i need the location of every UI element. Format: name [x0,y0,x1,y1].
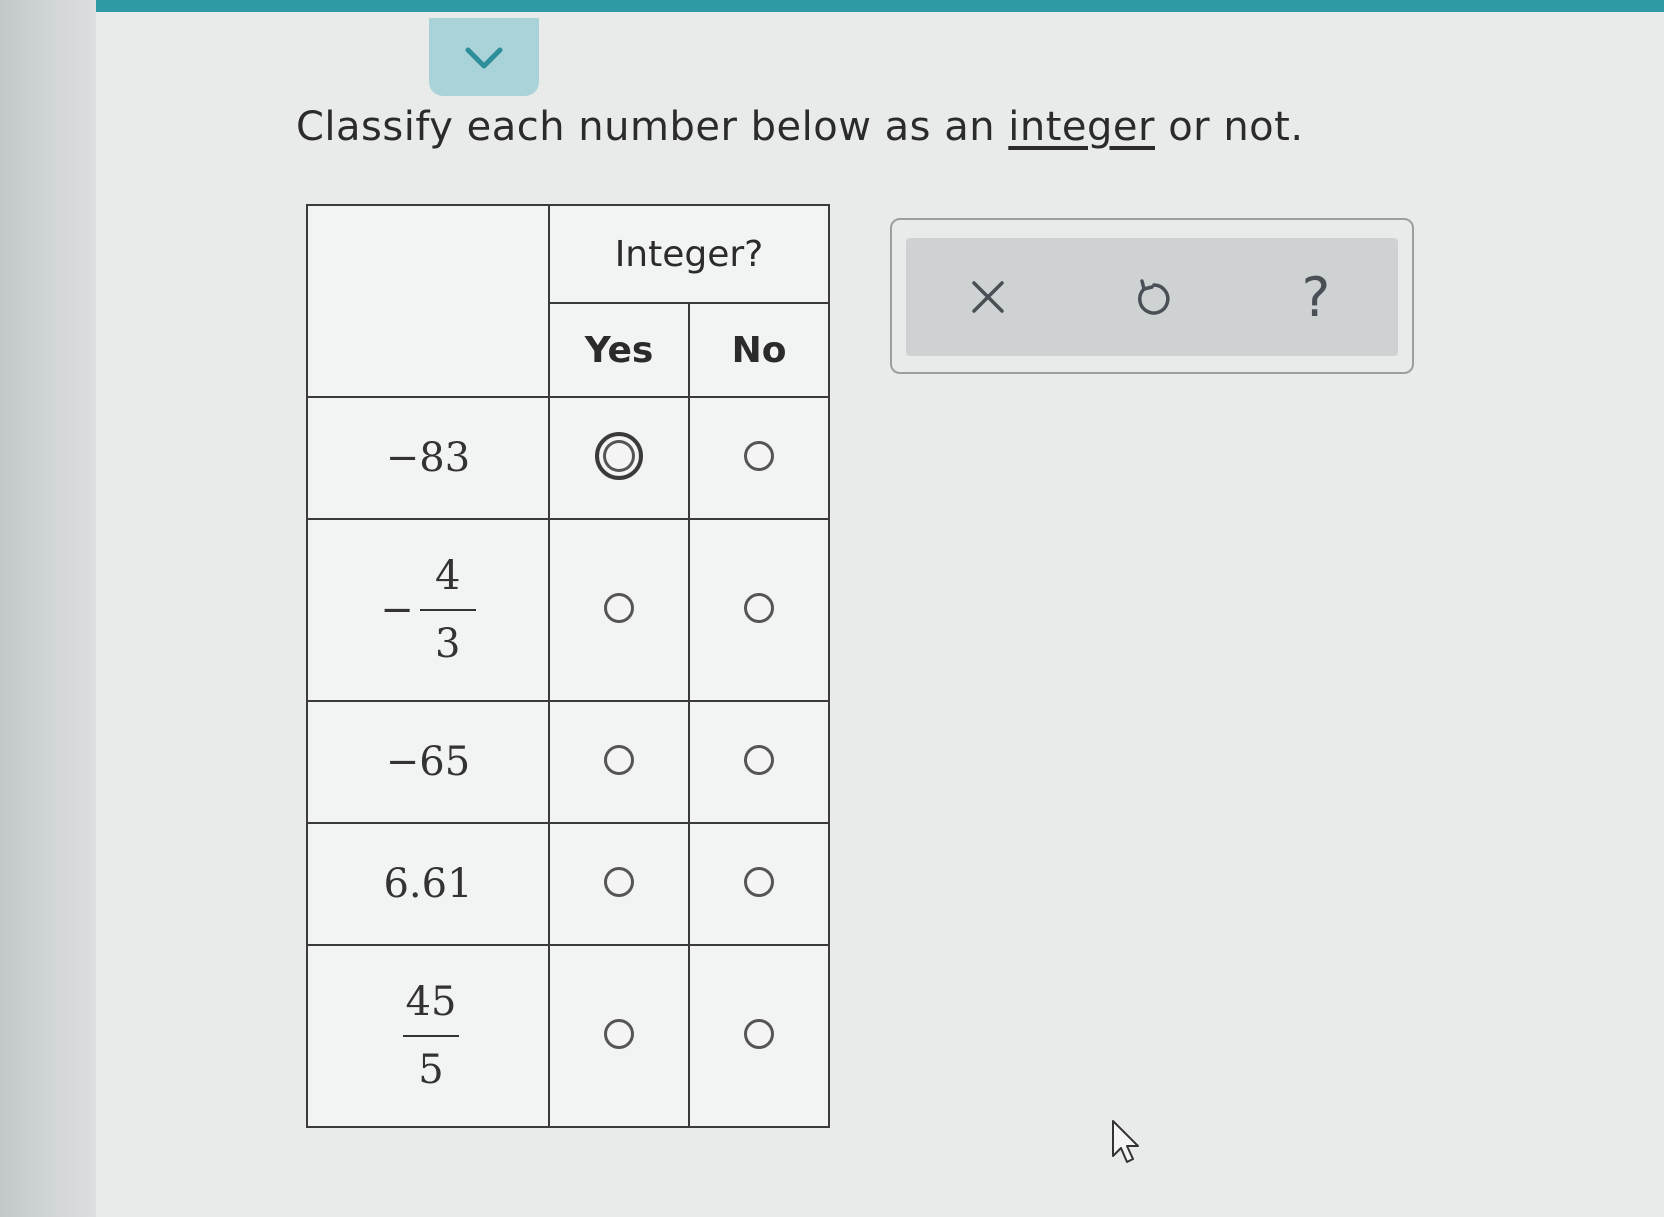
yes-radio[interactable] [604,1019,634,1049]
answer-toolbar: ? [890,218,1414,374]
clear-button[interactable] [948,257,1028,337]
fraction-numerator: 45 [405,979,457,1025]
no-cell [688,822,830,946]
number-value: 6.61 [383,861,473,907]
undo-button[interactable] [1112,257,1192,337]
yes-radio[interactable] [604,593,634,623]
table-row: −65 [306,700,830,824]
no-radio[interactable] [744,745,774,775]
fraction-denominator: 3 [435,621,461,667]
fraction-sign: − [380,587,414,633]
number-cell: −65 [306,700,550,824]
no-radio[interactable] [744,593,774,623]
collapse-tab-button[interactable] [429,18,539,96]
yes-cell [548,822,690,946]
mouse-cursor-icon [1112,1120,1139,1163]
question-prefix: Classify each number below as an [296,104,1009,150]
number-cell: −83 [306,396,550,520]
chevron-down-icon [465,47,503,69]
yes-cell [548,700,690,824]
yes-column-header: Yes [548,302,690,398]
question-text: Classify each number below as an integer… [296,104,1304,150]
number-cell: − 4 3 [306,518,550,702]
fraction-stack: 45 5 [403,979,459,1093]
blank-header-cell [306,204,550,398]
yes-radio[interactable] [604,745,634,775]
help-icon: ? [1301,265,1331,329]
yes-cell [548,396,690,520]
top-accent-bar [96,0,1664,12]
integer-definition-link[interactable]: integer [1008,104,1155,150]
table-row: 6.61 [306,822,830,946]
fraction: 45 5 [397,979,459,1093]
fraction-bar [403,1035,459,1037]
left-margin [0,0,96,1217]
no-cell [688,396,830,520]
number-cell: 45 5 [306,944,550,1128]
fraction-bar [419,609,476,611]
fraction-denominator: 5 [418,1047,444,1093]
toolbar-buttons: ? [906,238,1398,356]
integer-group-header: Integer? [548,204,830,304]
undo-icon [1138,279,1170,315]
fraction: − 4 3 [380,553,476,667]
question-suffix: or not. [1154,104,1304,150]
fraction-stack: 4 3 [419,553,476,667]
no-radio[interactable] [744,1019,774,1049]
yes-radio[interactable] [595,432,643,480]
no-radio[interactable] [744,441,774,471]
no-column-header: No [688,302,830,398]
fraction-numerator: 4 [435,553,461,599]
content-area: Classify each number below as an integer… [96,12,1664,1217]
help-button[interactable]: ? [1276,257,1356,337]
no-cell [688,518,830,702]
table-row: −83 [306,396,830,520]
no-radio[interactable] [744,867,774,897]
table-row: 45 5 [306,944,830,1128]
yes-radio[interactable] [604,867,634,897]
number-cell: 6.61 [306,822,550,946]
no-cell [688,700,830,824]
close-icon [972,281,1004,313]
classification-table: Integer? Yes No −83 − 4 3 −65 6.61 45 5 [306,204,830,1128]
yes-cell [548,944,690,1128]
number-value: −65 [385,739,471,785]
number-value: −83 [385,435,471,481]
no-cell [688,944,830,1128]
table-row: − 4 3 [306,518,830,702]
yes-cell [548,518,690,702]
